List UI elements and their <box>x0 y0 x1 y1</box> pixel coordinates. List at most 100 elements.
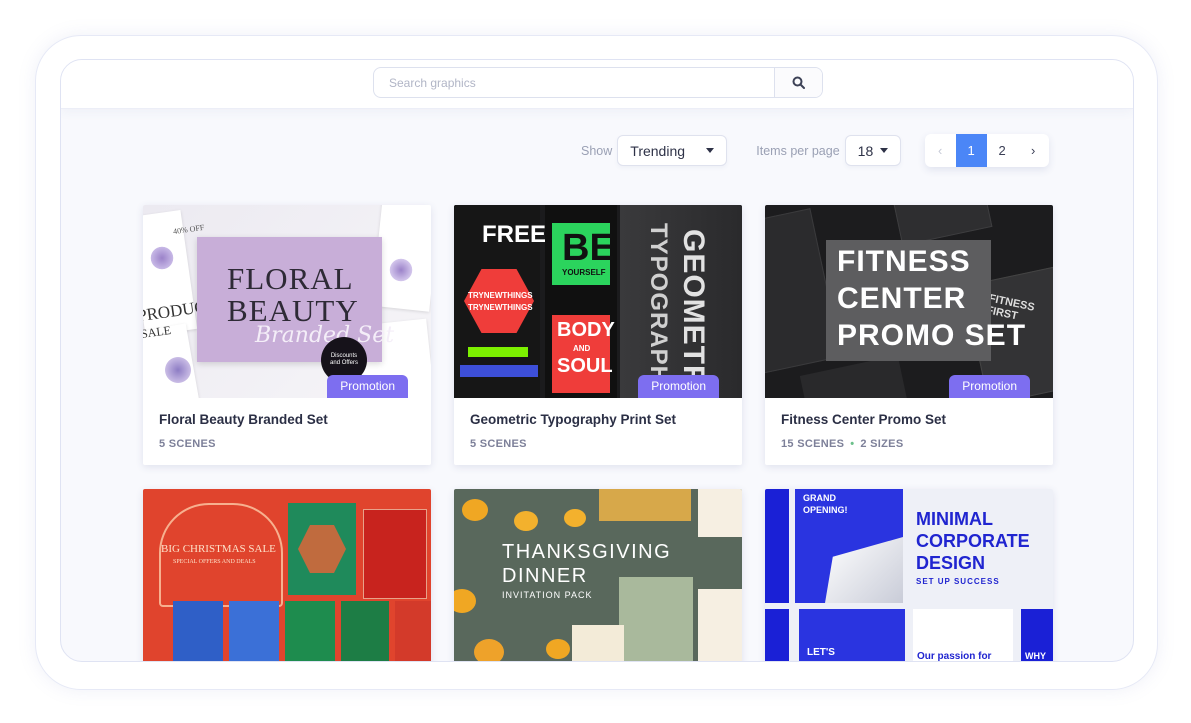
graphic-card-floral[interactable]: 40% OFF PRODUCT SALE FLORAL BEAUTY Brand… <box>143 205 431 465</box>
listing-controls: Show Trending Items per page 18 ‹ 1 2 › <box>581 134 1049 167</box>
template-preview-bg <box>599 489 691 521</box>
poster-stripe <box>468 347 528 357</box>
scene-count: 5 SCENES <box>159 438 216 450</box>
card-thumbnail: 40% OFF PRODUCT SALE FLORAL BEAUTY Brand… <box>143 205 431 398</box>
hero-line-2: DINNER <box>502 565 588 587</box>
pumpkin-decor <box>564 509 586 527</box>
poster-soul: SOUL <box>557 355 613 377</box>
hero-line-2: CORPORATE <box>916 531 1030 551</box>
poster-tag: TRYNEWTHINGS <box>468 303 533 312</box>
grand-opening-text: GRAND OPENING! <box>803 493 848 515</box>
pumpkin-decor <box>514 511 538 531</box>
pumpkin-decor <box>474 639 504 661</box>
card-thumbnail: THANKSGIVING DINNER INVITATION PACK <box>454 489 742 661</box>
hero-line-2: CENTER <box>837 282 967 315</box>
template-preview-bg <box>229 601 279 661</box>
card-thumbnail: FITNESS FIRST FITNESS CENTER PROMO SET P… <box>765 205 1053 398</box>
hero-line-3: DESIGN <box>916 553 986 573</box>
chevron-down-icon <box>879 148 888 153</box>
per-page-select[interactable]: 18 <box>844 135 901 166</box>
hero-line-3: INVITATION PACK <box>502 590 593 600</box>
hero-sub: SPECIAL OFFERS AND DEALS <box>173 559 256 565</box>
card-meta: 5 SCENES <box>159 438 216 450</box>
poster-and: AND <box>573 344 591 353</box>
pumpkin-decor <box>462 499 488 521</box>
hero-line-1: FITNESS <box>837 245 971 278</box>
prev-page-button[interactable]: ‹ <box>925 134 956 167</box>
lets-text: LET'S <box>807 647 835 658</box>
show-value: Trending <box>630 142 686 159</box>
search-icon <box>792 76 805 89</box>
chevron-down-icon <box>706 148 715 153</box>
pumpkin-decor <box>454 589 476 613</box>
promotion-badge: Promotion <box>638 375 719 398</box>
show-select[interactable]: Trending <box>617 135 728 166</box>
template-preview-bg <box>698 589 742 661</box>
card-meta: 5 SCENES <box>470 438 527 450</box>
template-preview-bg <box>341 601 389 661</box>
poster-vertical-1: GEOMETRIC <box>677 229 710 398</box>
poster-yourself: YOURSELF <box>562 268 606 277</box>
poster-body: BODY <box>557 319 615 341</box>
flower-decor <box>388 257 414 283</box>
template-preview-bg <box>698 489 742 537</box>
graphic-card-corporate[interactable]: GRAND OPENING! MINIMAL CORPORATE DESIGN … <box>765 489 1053 662</box>
hero-line-1: FLORAL <box>227 261 354 296</box>
template-preview-bg <box>395 601 431 661</box>
card-title[interactable]: Geometric Typography Print Set <box>470 412 676 427</box>
graphic-card-thanksgiving[interactable]: THANKSGIVING DINNER INVITATION PACK <box>454 489 742 661</box>
pumpkin-decor <box>546 639 570 659</box>
search-input[interactable] <box>374 68 774 97</box>
template-preview-bg <box>173 601 223 661</box>
hero-sub: SET UP SUCCESS <box>916 577 1000 586</box>
card-meta: 15 SCENES • 2 SIZES <box>781 438 903 450</box>
per-page-label: Items per page <box>756 143 840 158</box>
poster-free: FREE <box>482 221 547 248</box>
search-bar <box>373 67 823 98</box>
card-thumbnail: FREE TRYNEWTHINGS TRYNEWTHINGS BE YOURSE… <box>454 205 742 398</box>
why-text: WHY <box>1025 651 1046 661</box>
flower-decor <box>163 355 193 385</box>
top-bar <box>61 60 1133 109</box>
graphic-card-geometric[interactable]: FREE TRYNEWTHINGS TRYNEWTHINGS BE YOURSE… <box>454 205 742 465</box>
card-thumbnail: BIG CHRISTMAS SALE SPECIAL OFFERS AND DE… <box>143 489 431 661</box>
hero-script: Branded Set <box>255 323 395 348</box>
app-screen: Show Trending Items per page 18 ‹ 1 2 › … <box>60 59 1134 662</box>
separator-dot: • <box>850 438 855 450</box>
show-label: Show <box>581 143 613 158</box>
template-preview-bg <box>765 489 789 603</box>
page-button-2[interactable]: 2 <box>987 134 1018 167</box>
page-button-1[interactable]: 1 <box>955 134 987 167</box>
template-preview-bg <box>572 625 624 661</box>
card-title[interactable]: Fitness Center Promo Set <box>781 412 946 427</box>
hero-line-3: PROMO SET <box>837 319 1027 352</box>
sticker-text: Discounts and Offers <box>330 352 358 366</box>
poster-vertical-2: TYPOGRAPHY <box>645 223 672 398</box>
next-page-button[interactable]: › <box>1018 134 1049 167</box>
promotion-badge: Promotion <box>949 375 1030 398</box>
template-preview-bg <box>765 609 789 661</box>
hero-headline: BIG CHRISTMAS SALE <box>161 543 276 555</box>
template-preview-bg <box>285 601 335 661</box>
card-title[interactable]: Floral Beauty Branded Set <box>159 412 328 427</box>
poster-tag: TRYNEWTHINGS <box>468 291 533 300</box>
template-preview-bg <box>619 577 693 661</box>
per-page-value: 18 <box>857 142 874 159</box>
poster-be: BE <box>562 227 615 269</box>
flower-decor <box>149 245 175 271</box>
hero-line-1: MINIMAL <box>916 509 993 529</box>
arch-outline <box>159 503 283 607</box>
graphic-card-christmas[interactable]: BIG CHRISTMAS SALE SPECIAL OFFERS AND DE… <box>143 489 431 661</box>
search-button[interactable] <box>774 68 822 97</box>
scene-count: 15 SCENES <box>781 438 845 450</box>
poster-stripe <box>460 365 538 377</box>
promotion-badge: Promotion <box>327 375 408 398</box>
passion-text: Our passion for <box>917 651 992 662</box>
size-count: 2 SIZES <box>860 438 904 450</box>
scene-count: 5 SCENES <box>470 438 527 450</box>
card-thumbnail: GRAND OPENING! MINIMAL CORPORATE DESIGN … <box>765 489 1053 662</box>
graphic-card-fitness[interactable]: FITNESS FIRST FITNESS CENTER PROMO SET P… <box>765 205 1053 465</box>
template-preview-bg <box>363 509 427 599</box>
pagination: ‹ 1 2 › <box>924 134 1049 167</box>
hero-line-1: THANKSGIVING <box>502 541 672 563</box>
